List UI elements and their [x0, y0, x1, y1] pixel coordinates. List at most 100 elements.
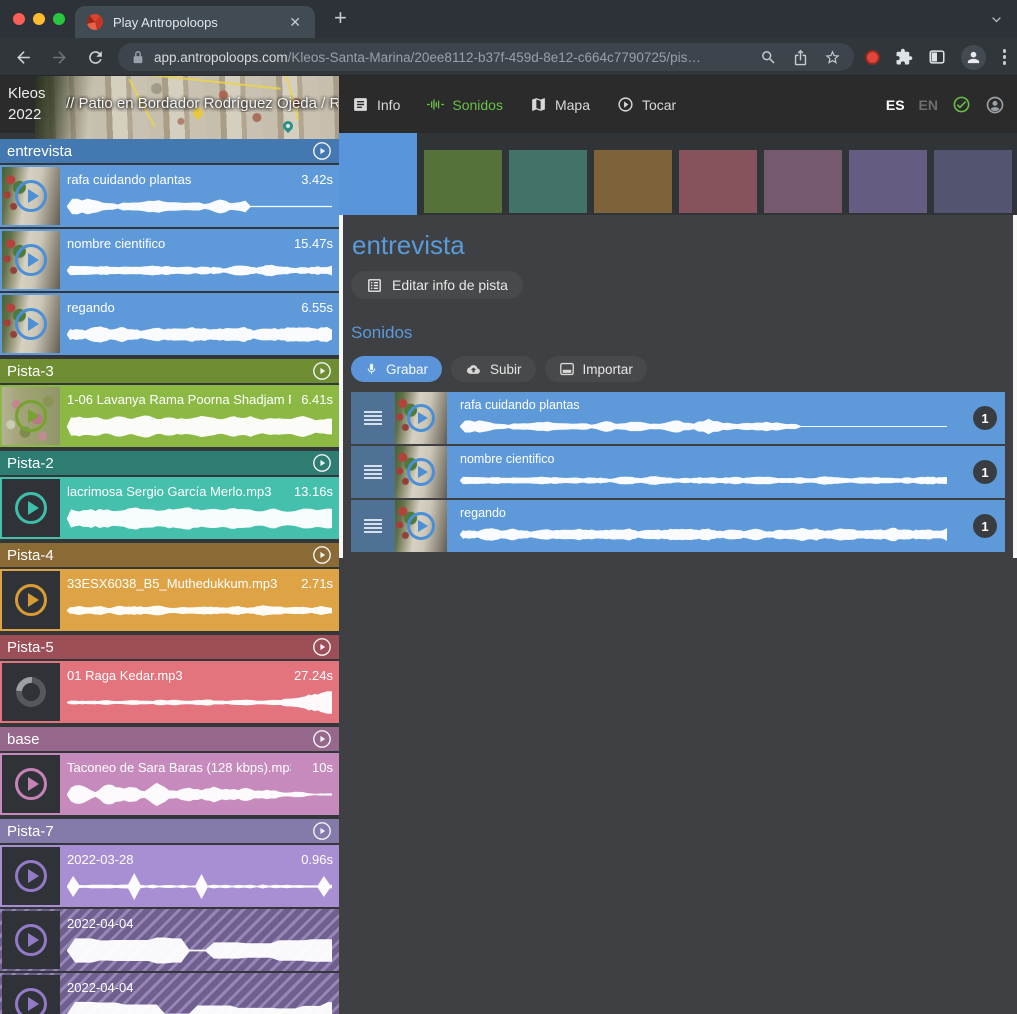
drag-handle[interactable] — [351, 392, 395, 444]
clip-thumbnail[interactable] — [2, 847, 60, 905]
tab-info[interactable]: Info — [352, 96, 400, 113]
audio-clip-row[interactable]: 01 Raga Kedar.mp3 27.24s — [0, 661, 339, 723]
sound-waveform — [460, 523, 947, 546]
fullscreen-window-icon[interactable] — [53, 13, 65, 25]
tab-search-icon[interactable] — [990, 13, 1003, 26]
audio-clip-row[interactable]: 33ESX6038_B5_Muthedukkum.mp3 2.71s — [0, 569, 339, 631]
record-sound-button[interactable]: Grabar — [351, 356, 442, 382]
close-window-icon[interactable] — [13, 13, 25, 25]
track-color-tab[interactable] — [934, 150, 1012, 213]
sound-row[interactable]: nombre cientifico 1 — [351, 446, 1005, 498]
close-tab-icon[interactable]: ✕ — [287, 14, 303, 31]
lang-es-button[interactable]: ES — [886, 97, 905, 113]
sound-thumbnail[interactable] — [395, 392, 447, 444]
star-icon[interactable] — [824, 49, 841, 66]
saved-check-icon[interactable] — [952, 95, 971, 114]
track-play-button[interactable] — [312, 453, 332, 473]
track-name-label: base — [7, 731, 312, 748]
track-play-button[interactable] — [312, 729, 332, 749]
track-play-button[interactable] — [312, 361, 332, 381]
menu-icon[interactable] — [1001, 47, 1009, 67]
audio-clip-row[interactable]: 2022-04-04 — [0, 973, 339, 1014]
audio-clip-row[interactable]: rafa cuidando plantas 3.42s — [0, 165, 339, 227]
upload-sound-button[interactable]: Subir — [451, 356, 536, 382]
track-play-button[interactable] — [312, 545, 332, 565]
app-logo[interactable]: Kleos 2022 — [8, 83, 46, 125]
sidebar-track-section: Pista-4 33ESX6038_B5_Muthedukkum.mp3 2.7… — [0, 543, 339, 631]
share-icon[interactable] — [792, 49, 809, 66]
track-color-tab[interactable] — [339, 133, 417, 215]
clip-thumbnail[interactable] — [2, 167, 60, 225]
tab-mapa[interactable]: Mapa — [530, 96, 590, 113]
url-bar[interactable]: app.antropoloops.com/Kleos-Santa-Marina/… — [118, 43, 854, 71]
account-icon[interactable] — [985, 95, 1005, 115]
sidebar-track-header[interactable]: Pista-3 — [0, 359, 339, 383]
sound-thumbnail[interactable] — [395, 500, 447, 552]
sidebar-track-header[interactable]: Pista-5 — [0, 635, 339, 659]
audio-clip-row[interactable]: regando 6.55s — [0, 293, 339, 355]
track-color-tab[interactable] — [764, 150, 842, 213]
profile-icon[interactable] — [961, 45, 986, 70]
record-icon[interactable] — [865, 50, 880, 65]
import-sound-button[interactable]: Importar — [545, 356, 647, 382]
sidebar-track-header[interactable]: Pista-7 — [0, 819, 339, 843]
audio-clip-row[interactable]: 1-06 Lavanya Rama Poorna Shadjam Rupak… … — [0, 385, 339, 447]
sounds-section-label: Sonidos — [351, 323, 1005, 343]
tab-sonidos[interactable]: Sonidos — [427, 96, 503, 113]
sound-row[interactable]: rafa cuidando plantas 1 — [351, 392, 1005, 444]
track-play-button[interactable] — [312, 821, 332, 841]
sidebar-track-header[interactable]: base — [0, 727, 339, 751]
sidebar-scrollbar[interactable] — [339, 215, 343, 558]
clip-thumbnail[interactable] — [2, 755, 60, 813]
tab-tocar[interactable]: Tocar — [617, 96, 676, 113]
sidebar-track-section: Pista-3 1-06 Lavanya Rama Poorna Shadjam… — [0, 359, 339, 447]
clip-waveform — [67, 780, 332, 809]
audio-clip-row[interactable]: 2022-03-28 0.96s — [0, 845, 339, 907]
clip-thumbnail[interactable] — [2, 387, 60, 445]
audio-clip-row[interactable]: 2022-04-04 — [0, 909, 339, 971]
waveform-icon — [427, 96, 444, 113]
sounds-list: rafa cuidando plantas 1 nombre cientific… — [351, 392, 1005, 552]
sidebar-track-header[interactable]: entrevista — [0, 139, 339, 163]
reload-icon[interactable] — [86, 48, 105, 67]
drag-handle[interactable] — [351, 446, 395, 498]
clip-thumbnail[interactable] — [2, 663, 60, 721]
clip-thumbnail[interactable] — [2, 231, 60, 289]
edit-track-info-button[interactable]: Editar info de pista — [351, 271, 523, 299]
audio-clip-row[interactable]: lacrimosa Sergio García Merlo.mp3 13.16s — [0, 477, 339, 539]
sound-row[interactable]: regando 1 — [351, 500, 1005, 552]
track-color-tab[interactable] — [509, 150, 587, 213]
main-scrollbar[interactable] — [1013, 215, 1017, 558]
track-color-tab[interactable] — [594, 150, 672, 213]
track-color-tab[interactable] — [679, 150, 757, 213]
url-text: app.antropoloops.com/Kleos-Santa-Marina/… — [154, 50, 745, 65]
browser-tab[interactable]: Play Antropoloops ✕ — [75, 6, 315, 38]
clip-thumbnail[interactable] — [2, 911, 60, 969]
side-panel-icon[interactable] — [928, 48, 946, 66]
sidebar-track-header[interactable]: Pista-4 — [0, 543, 339, 567]
lang-en-button[interactable]: EN — [919, 97, 938, 113]
sound-thumbnail[interactable] — [395, 446, 447, 498]
track-color-tab[interactable] — [849, 150, 927, 213]
clip-thumbnail[interactable] — [2, 295, 60, 353]
window-controls[interactable] — [13, 13, 65, 25]
new-tab-icon[interactable]: + — [334, 5, 347, 31]
track-play-button[interactable] — [312, 141, 332, 161]
minimize-window-icon[interactable] — [33, 13, 45, 25]
sound-body: rafa cuidando plantas 1 — [447, 392, 1005, 444]
audio-clip-row[interactable]: nombre cientifico 15.47s — [0, 229, 339, 291]
audio-clip-row[interactable]: Taconeo de Sara Baras (128 kbps).mp3 10s — [0, 753, 339, 815]
track-color-tab[interactable] — [424, 150, 502, 213]
track-play-button[interactable] — [312, 637, 332, 657]
forward-icon[interactable] — [50, 48, 69, 67]
zoom-icon[interactable] — [760, 49, 777, 66]
back-icon[interactable] — [14, 48, 33, 67]
clip-duration: 13.16s — [294, 484, 333, 499]
sidebar-track-header[interactable]: Pista-2 — [0, 451, 339, 475]
clip-duration: 10s — [312, 760, 333, 775]
clip-thumbnail[interactable] — [2, 571, 60, 629]
clip-thumbnail[interactable] — [2, 975, 60, 1014]
drag-handle[interactable] — [351, 500, 395, 552]
extensions-icon[interactable] — [895, 48, 913, 66]
clip-thumbnail[interactable] — [2, 479, 60, 537]
